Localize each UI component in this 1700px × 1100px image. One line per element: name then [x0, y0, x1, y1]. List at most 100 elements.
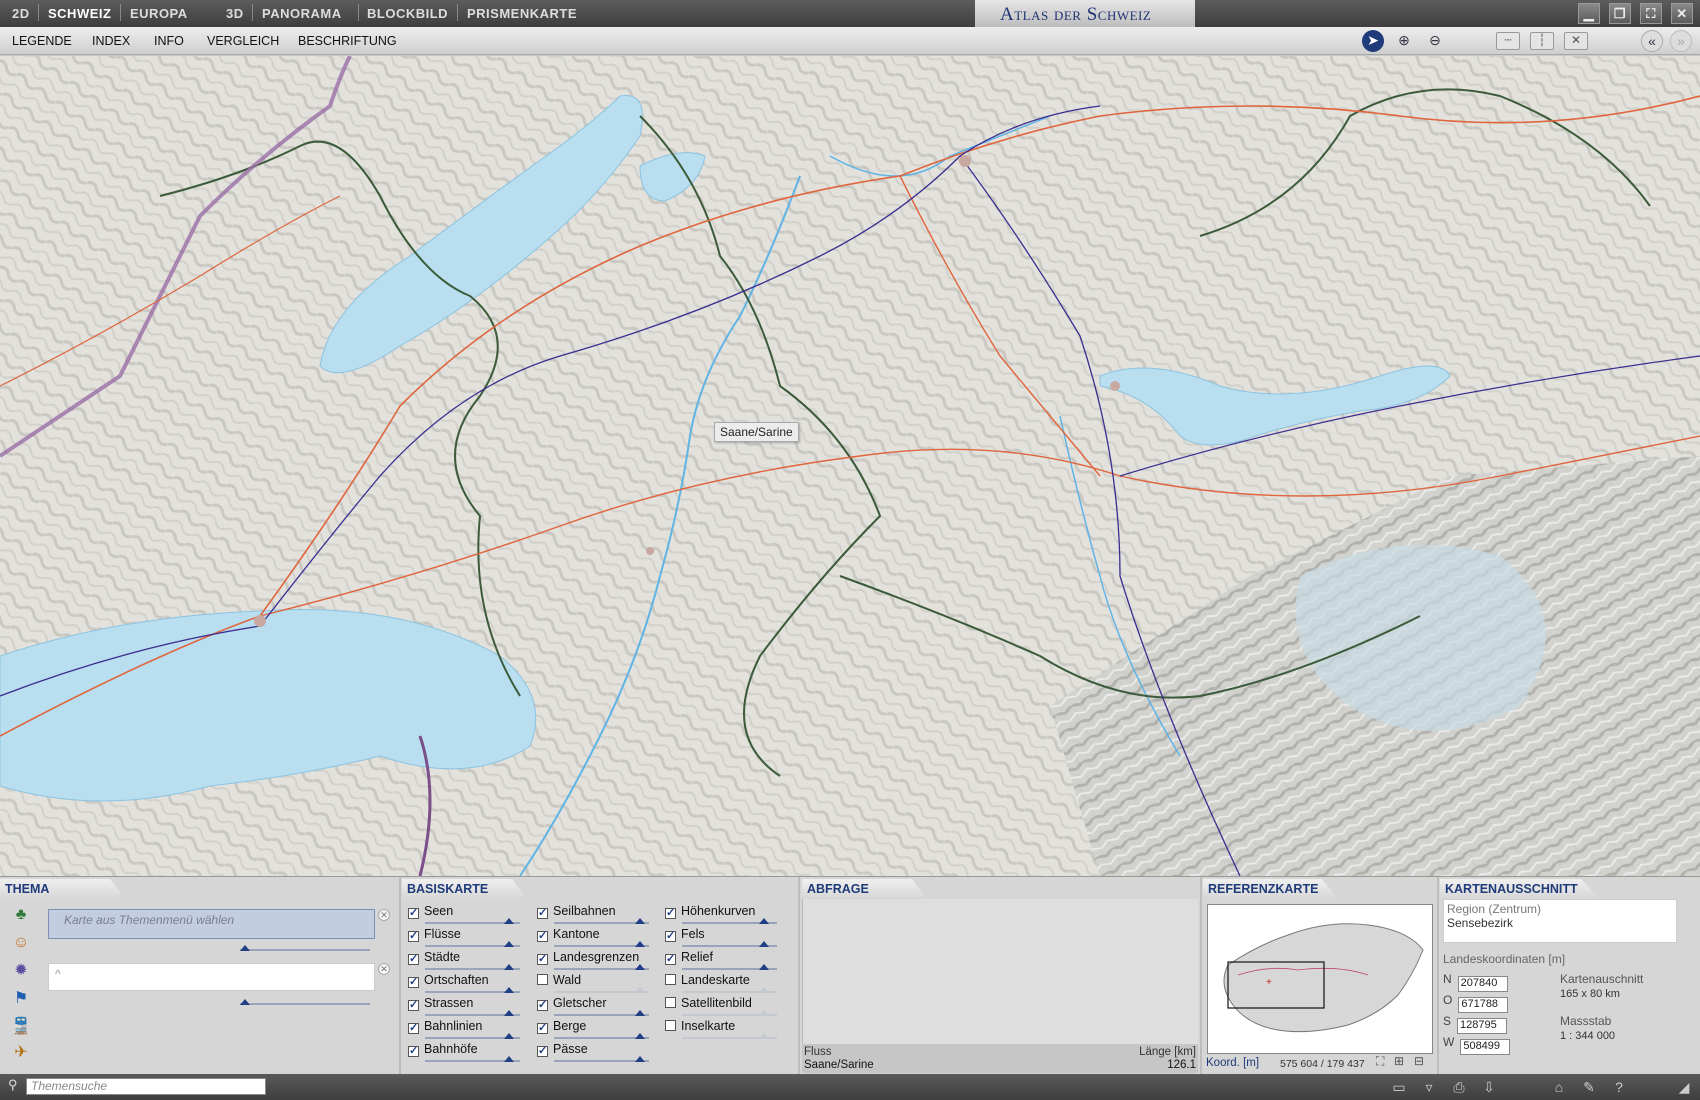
layer-checkbox-item[interactable]: ✓ Seilbahnen [537, 904, 649, 924]
layer-checkbox-item[interactable]: ✓ Bahnhöfe [408, 1042, 520, 1062]
layer-checkbox-item[interactable]: ✓ Landesgrenzen [537, 950, 649, 970]
split-close-button[interactable]: ✕ [1564, 32, 1588, 50]
back-button[interactable]: « [1641, 30, 1663, 52]
checkbox-checked-icon[interactable]: ✓ [537, 931, 548, 942]
slider-knob[interactable] [504, 1010, 514, 1016]
layer-checkbox-item[interactable]: ✓ Seen [408, 904, 520, 924]
layer-opacity-slider[interactable] [554, 1010, 649, 1016]
tab-panorama[interactable]: PANORAMA [262, 6, 342, 21]
checkbox-checked-icon[interactable]: ✓ [408, 1000, 419, 1011]
layer-checkbox-item[interactable]: ✓ Ortschaften [408, 973, 520, 993]
checkbox-checked-icon[interactable]: ✓ [408, 954, 419, 965]
tab-referenzkarte[interactable]: REFERENZKARTE [1203, 879, 1338, 899]
layer-checkbox-item[interactable]: ✓ Fels [665, 927, 777, 947]
slider-knob[interactable] [635, 1033, 645, 1039]
mode-3d[interactable]: 3D [226, 6, 244, 21]
help-button[interactable]: ? [1607, 1077, 1631, 1097]
ref-zoom-out-button[interactable]: ⊟ [1414, 1054, 1424, 1068]
fullscreen-button[interactable]: ⛶ [1640, 3, 1662, 24]
clear-theme-button[interactable]: ✕ [378, 909, 390, 921]
layer-opacity-slider[interactable] [554, 964, 649, 970]
tab-kartenausschnitt[interactable]: KARTENAUSSCHNITT [1440, 879, 1600, 899]
checkbox-checked-icon[interactable]: ✓ [408, 908, 419, 919]
fit-view-button[interactable]: ⛶ [1376, 1054, 1384, 1069]
slider-knob[interactable] [635, 964, 645, 970]
slider-knob[interactable] [635, 1056, 645, 1062]
coord-w-input[interactable]: 508499 [1460, 1039, 1511, 1055]
nature-theme-button[interactable]: ♣ [8, 903, 34, 927]
layer-checkbox-item[interactable]: ✓ Relief [665, 950, 777, 970]
layer-opacity-slider[interactable] [682, 987, 777, 993]
layer-opacity-slider[interactable] [554, 918, 649, 924]
open-button[interactable]: ▭ [1387, 1077, 1411, 1097]
layer-opacity-slider[interactable] [425, 1033, 520, 1039]
checkbox-checked-icon[interactable]: ✓ [408, 977, 419, 988]
menu-index[interactable]: INDEX [92, 34, 130, 48]
slider-knob[interactable] [759, 987, 769, 993]
coord-s-input[interactable]: 128795 [1457, 1018, 1508, 1034]
theme-transparency-slider[interactable] [240, 945, 370, 951]
slider-knob[interactable] [759, 964, 769, 970]
mode-2d[interactable]: 2D [12, 6, 30, 21]
slider-knob[interactable] [240, 945, 250, 951]
checkbox-icon[interactable] [665, 997, 676, 1008]
split-horizontal-button[interactable]: ┄ [1496, 32, 1520, 50]
layer-checkbox-item[interactable]: ✓ Kantone [537, 927, 649, 947]
zoom-in-button[interactable]: ⊕ [1393, 30, 1415, 52]
layer-checkbox-item[interactable]: Inselkarte [665, 1019, 777, 1039]
checkbox-checked-icon[interactable]: ✓ [537, 1046, 548, 1057]
layer-opacity-slider[interactable] [425, 964, 520, 970]
coord-o-input[interactable]: 671788 [1458, 997, 1509, 1013]
slider-knob[interactable] [759, 941, 769, 947]
reference-map[interactable]: + [1207, 904, 1433, 1054]
tab-thema[interactable]: THEMA [0, 879, 125, 899]
slider-knob[interactable] [635, 918, 645, 924]
coord-n-input[interactable]: 207840 [1457, 976, 1508, 992]
ref-zoom-in-button[interactable]: ⊞ [1394, 1054, 1404, 1068]
layer-checkbox-item[interactable]: Satellitenbild [665, 996, 777, 1016]
restore-button[interactable]: ❐ [1609, 3, 1631, 24]
economy-theme-button[interactable]: ✹ [8, 959, 34, 983]
layer-checkbox-item[interactable]: ✓ Bahnlinien [408, 1019, 520, 1039]
checkbox-checked-icon[interactable]: ✓ [408, 1046, 419, 1057]
layer-opacity-slider[interactable] [554, 1056, 649, 1062]
clear-second-theme-button[interactable]: ✕ [378, 963, 390, 975]
map-view[interactable]: Saane/Sarine [0, 56, 1700, 876]
second-theme-field[interactable]: ^ [48, 963, 375, 991]
menu-beschriftung[interactable]: BESCHRIFTUNG [298, 34, 397, 48]
menu-vergleich[interactable]: VERGLEICH [207, 34, 279, 48]
tab-prismenkarte[interactable]: PRISMENKARTE [467, 6, 577, 21]
layer-opacity-slider[interactable] [682, 1033, 777, 1039]
theme-search-input[interactable]: Themensuche [26, 1078, 266, 1095]
tab-schweiz[interactable]: SCHWEIZ [48, 6, 111, 21]
slider-knob[interactable] [504, 987, 514, 993]
zoom-out-button[interactable]: ⊖ [1424, 30, 1446, 52]
transport-theme-button[interactable]: 🚆 [8, 1015, 34, 1039]
slider-knob[interactable] [504, 1033, 514, 1039]
home-button[interactable]: ⌂ [1547, 1077, 1571, 1097]
save-button[interactable]: ▿ [1417, 1077, 1441, 1097]
checkbox-checked-icon[interactable]: ✓ [537, 1000, 548, 1011]
layer-checkbox-item[interactable]: ✓ Flüsse [408, 927, 520, 947]
tab-blockbild[interactable]: BLOCKBILD [367, 6, 448, 21]
minimize-button[interactable]: ▁ [1578, 3, 1600, 24]
slider-knob[interactable] [504, 1056, 514, 1062]
slider-knob[interactable] [504, 964, 514, 970]
slider-knob[interactable] [504, 918, 514, 924]
layer-checkbox-item[interactable]: ✓ Strassen [408, 996, 520, 1016]
split-vertical-button[interactable]: ┆ [1530, 32, 1554, 50]
checkbox-icon[interactable] [665, 974, 676, 985]
energy-theme-button[interactable]: ✈ [8, 1041, 34, 1065]
forward-button[interactable]: » [1670, 30, 1692, 52]
checkbox-checked-icon[interactable]: ✓ [665, 931, 676, 942]
slider-knob[interactable] [635, 941, 645, 947]
society-theme-button[interactable]: ☺ [8, 931, 34, 955]
layer-opacity-slider[interactable] [425, 941, 520, 947]
tab-abfrage[interactable]: ABFRAGE [802, 879, 927, 899]
layer-opacity-slider[interactable] [554, 941, 649, 947]
slider-knob[interactable] [240, 999, 250, 1005]
layer-checkbox-item[interactable]: ✓ Städte [408, 950, 520, 970]
checkbox-checked-icon[interactable]: ✓ [665, 908, 676, 919]
checkbox-checked-icon[interactable]: ✓ [665, 954, 676, 965]
menu-info[interactable]: INFO [154, 34, 184, 48]
